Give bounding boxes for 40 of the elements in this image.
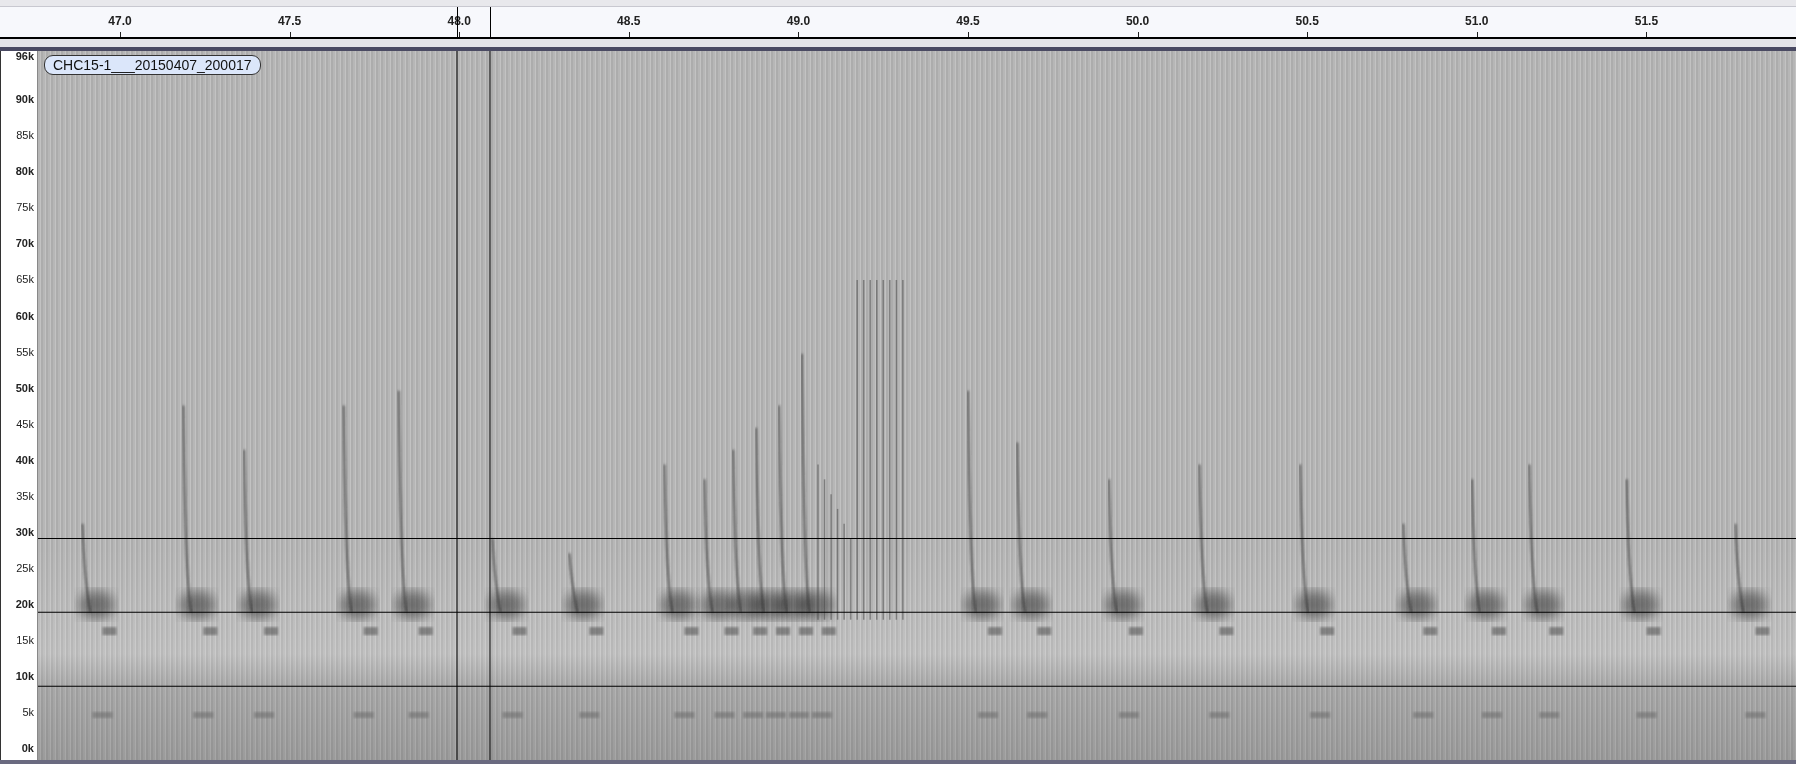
time-tick-label: 49.5 [955,14,981,28]
time-tick-label: 48.5 [616,14,642,28]
tick-mark [1646,32,1648,37]
frequency-label: 60k [15,309,34,322]
frequency-label: 55k [16,345,34,358]
tick-mark [628,32,630,37]
frequency-label: 0k [21,742,34,754]
time-tick-label: 47.5 [276,14,303,28]
tick-mark [1137,32,1139,37]
tick-mark [459,32,461,37]
frequency-label: 70k [15,237,34,250]
frequency-label: 40k [15,453,34,466]
tick-mark [1307,32,1309,37]
frequency-label: 35k [16,489,34,502]
frequency-label: 5k [22,705,34,718]
frequency-label: 30k [15,525,34,538]
frequency-label: 20k [15,597,34,610]
tick-mark [120,32,121,37]
frequency-label: 85k [16,129,34,142]
frequency-label: 96k [15,50,34,62]
frequency-label: 10k [15,669,34,682]
track-label: CHC15-1___20150407_200017 [44,55,261,75]
tick-mark [968,32,969,37]
time-tick-label: 50.5 [1294,14,1320,28]
frequency-label: 65k [16,273,34,286]
frequency-label: 50k [15,381,34,394]
frequency-label: 25k [16,561,34,574]
frequency-label: 45k [16,417,34,430]
tick-mark [1476,32,1478,37]
frequency-label: 90k [15,93,34,106]
time-tick-label: 51.0 [1464,14,1490,28]
time-tick-label: 51.5 [1633,14,1660,28]
frequency-label: 75k [16,201,34,214]
tick-mark [289,32,291,37]
tick-mark [798,32,800,37]
time-tick-label: 47.0 [107,14,133,28]
frequency-label: 15k [16,633,34,646]
time-tick-label: 50.0 [1124,14,1151,28]
frequency-label: 80k [15,165,34,178]
time-tick-label: 49.0 [785,14,812,28]
